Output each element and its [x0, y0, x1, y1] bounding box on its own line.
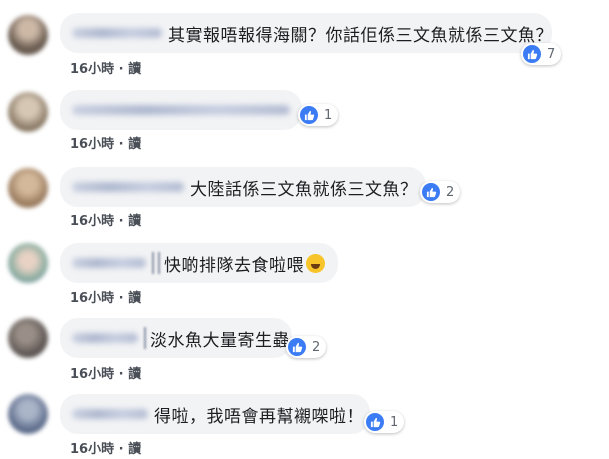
like-count: 2 — [312, 339, 321, 355]
avatar[interactable] — [8, 394, 48, 434]
reaction-count[interactable]: 2 — [420, 181, 461, 203]
avatar[interactable] — [8, 243, 48, 283]
timestamp[interactable]: 16小時 — [70, 442, 114, 457]
like-icon — [422, 183, 440, 201]
meta-separator: · — [118, 291, 124, 306]
commenter-name[interactable] — [72, 182, 184, 192]
read-label[interactable]: 讀 — [128, 214, 141, 229]
read-label[interactable]: 讀 — [128, 291, 141, 306]
commenter-name[interactable] — [72, 28, 162, 38]
comment-bubble: 其實報唔報得海關？你話佢係三文魚就係三文魚？ — [60, 13, 553, 53]
like-icon — [366, 413, 384, 431]
meta-separator: · — [118, 367, 124, 382]
comment-bubble: 大陸話係三文魚就係三文魚？ — [60, 167, 426, 207]
meta-separator: · — [118, 214, 124, 229]
timestamp[interactable]: 16小時 — [70, 367, 114, 382]
comment-meta: 16小時 · 讀 — [70, 438, 141, 457]
like-icon — [288, 338, 306, 356]
comment-bubble — [60, 90, 302, 130]
comment-bubble: 得啦，我唔會再幫襯㗎啦！ — [60, 394, 370, 434]
read-label[interactable]: 讀 — [128, 367, 141, 382]
comment-text: 大陸話係三文魚就係三文魚？ — [190, 179, 418, 200]
comment-meta: 16小時 · 讀 — [70, 58, 141, 77]
comment-meta: 16小時 · 讀 — [70, 210, 141, 229]
laughing-emoji-icon — [306, 254, 325, 273]
name-divider — [152, 252, 154, 274]
reaction-count[interactable]: 7 — [521, 43, 562, 65]
comment-text: 淡水魚大量寄生蟲 — [150, 330, 290, 351]
like-count: 1 — [324, 107, 333, 123]
name-divider — [158, 252, 160, 274]
avatar[interactable] — [8, 318, 48, 358]
like-count: 2 — [446, 184, 455, 200]
read-label[interactable]: 讀 — [128, 137, 141, 152]
reaction-count[interactable]: 1 — [298, 104, 339, 126]
meta-separator: · — [118, 442, 124, 457]
comment-meta: 16小時 · 讀 — [70, 133, 141, 152]
meta-separator: · — [118, 137, 124, 152]
like-count: 1 — [390, 414, 399, 430]
commenter-name[interactable] — [72, 258, 146, 268]
avatar[interactable] — [8, 15, 48, 55]
comment-text: 得啦，我唔會再幫襯㗎啦！ — [154, 406, 364, 427]
name-divider — [144, 327, 146, 349]
like-count: 7 — [547, 46, 556, 62]
reaction-count[interactable]: 1 — [364, 411, 405, 433]
avatar[interactable] — [8, 92, 48, 132]
comment-meta: 16小時 · 讀 — [70, 363, 141, 382]
read-label[interactable]: 讀 — [128, 442, 141, 457]
commenter-name[interactable] — [72, 333, 138, 343]
timestamp[interactable]: 16小時 — [70, 62, 114, 77]
timestamp[interactable]: 16小時 — [70, 137, 114, 152]
read-label[interactable]: 讀 — [128, 62, 141, 77]
comment-bubble: 快啲排隊去食啦喂 — [60, 243, 338, 283]
timestamp[interactable]: 16小時 — [70, 214, 114, 229]
like-icon — [523, 45, 541, 63]
meta-separator: · — [118, 62, 124, 77]
commenter-name[interactable] — [72, 105, 290, 115]
avatar[interactable] — [8, 168, 48, 208]
commenter-name[interactable] — [72, 409, 148, 419]
timestamp[interactable]: 16小時 — [70, 291, 114, 306]
reaction-count[interactable]: 2 — [286, 336, 327, 358]
comment-text: 其實報唔報得海關？你話佢係三文魚就係三文魚？ — [168, 25, 553, 46]
like-icon — [300, 106, 318, 124]
comment-meta: 16小時 · 讀 — [70, 287, 141, 306]
comment-bubble: 淡水魚大量寄生蟲 — [60, 318, 292, 358]
comment-text: 快啲排隊去食啦喂 — [164, 251, 325, 276]
